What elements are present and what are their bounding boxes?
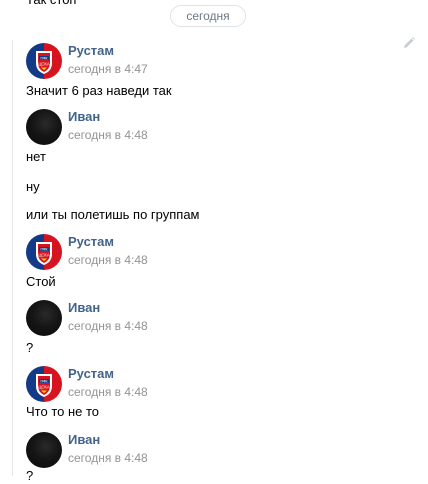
- avatar[interactable]: ПФК ЦСКА: [26, 366, 62, 402]
- author-name[interactable]: Рустам: [68, 43, 114, 59]
- author-name[interactable]: Иван: [68, 109, 100, 125]
- message-text: ну: [26, 179, 40, 194]
- avatar[interactable]: [26, 109, 62, 145]
- message-group: ПФК ЦСКА Рустам сегодня в 4:48 Что то не…: [26, 366, 406, 426]
- date-separator-pill[interactable]: сегодня: [170, 5, 246, 27]
- message-time[interactable]: сегодня в 4:47: [68, 62, 148, 76]
- message-time[interactable]: сегодня в 4:48: [68, 253, 148, 267]
- svg-text:ПФК: ПФК: [41, 56, 48, 60]
- message-text: Значит 6 раз наведи так: [26, 83, 172, 98]
- author-name[interactable]: Иван: [68, 300, 100, 316]
- message-time[interactable]: сегодня в 4:48: [68, 385, 148, 399]
- svg-text:ЦСКА: ЦСКА: [38, 385, 50, 390]
- avatar[interactable]: [26, 300, 62, 336]
- message-time[interactable]: сегодня в 4:48: [68, 451, 148, 465]
- message-group: Иван сегодня в 4:48 ?: [26, 432, 406, 483]
- message-group: ПФК ЦСКА Рустам сегодня в 4:48 Стой: [26, 234, 406, 294]
- author-name[interactable]: Рустам: [68, 366, 114, 382]
- author-name[interactable]: Иван: [68, 432, 100, 448]
- svg-text:ЦСКА: ЦСКА: [38, 253, 50, 258]
- thread-border: [12, 40, 13, 476]
- message-text: ?: [26, 340, 34, 355]
- chat-history: Так стоп сегодня ПФК ЦСКА Рустам сегодня…: [0, 0, 428, 483]
- cska-logo-icon: ПФК ЦСКА: [36, 242, 52, 265]
- message-text: или ты полетишь по группам: [26, 207, 200, 222]
- message-group: Иван сегодня в 4:48 нет ну или ты полети…: [26, 109, 406, 224]
- svg-text:ЦСКА: ЦСКА: [38, 62, 50, 67]
- avatar[interactable]: ПФК ЦСКА: [26, 234, 62, 270]
- message-group: Иван сегодня в 4:48 ?: [26, 300, 406, 360]
- message-group: ПФК ЦСКА Рустам сегодня в 4:47 Значит 6 …: [26, 43, 406, 103]
- message-time[interactable]: сегодня в 4:48: [68, 128, 148, 142]
- message-text: нет: [26, 149, 46, 164]
- message-text: Что то не то: [26, 404, 100, 419]
- svg-text:ПФК: ПФК: [41, 379, 48, 383]
- author-name[interactable]: Рустам: [68, 234, 114, 250]
- svg-text:ПФК: ПФК: [41, 247, 48, 251]
- message-time[interactable]: сегодня в 4:48: [68, 319, 148, 333]
- avatar[interactable]: [26, 432, 62, 468]
- cska-logo-icon: ПФК ЦСКА: [36, 374, 52, 397]
- avatar[interactable]: ПФК ЦСКА: [26, 43, 62, 79]
- message-text: Стой: [26, 274, 56, 289]
- previous-message-text: Так стоп: [26, 0, 76, 8]
- message-text: ?: [26, 468, 34, 483]
- cska-logo-icon: ПФК ЦСКА: [36, 51, 52, 74]
